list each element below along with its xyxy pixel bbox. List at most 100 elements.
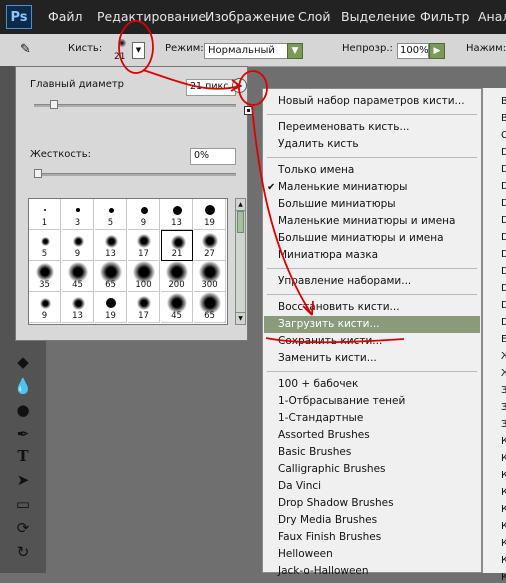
brush-list-item[interactable]: D [501,147,506,158]
type-tool-icon[interactable]: T [13,446,33,466]
mode-dropdown-button[interactable]: ▼ [287,43,303,59]
brush-preset-cell[interactable]: 200 [161,261,193,292]
brush-list-item[interactable]: E [501,334,506,345]
menu-item[interactable]: Маленькие миниатюры и имена [264,213,480,230]
menu-filter[interactable]: Фильтр [420,9,469,24]
menu-item[interactable]: Da Vinci [264,478,480,495]
menu-item[interactable]: Управление наборами... [264,273,480,290]
brush-preset-cell[interactable]: 5 [95,199,127,230]
brush-list-item[interactable]: К [501,572,506,583]
brush-list-item[interactable]: D [501,300,506,311]
brush-list-item[interactable]: З [501,419,506,430]
brush-tool-icon[interactable]: ✎ [20,42,40,58]
brush-list-item[interactable]: К [501,470,506,481]
brush-list-item[interactable]: Ж [501,368,506,379]
brush-list-item[interactable]: D [501,181,506,192]
brush-list-item[interactable]: D [501,232,506,243]
scroll-up-icon[interactable]: ▲ [236,199,245,211]
menu-edit[interactable]: Редактирование [97,9,206,24]
brush-list-item[interactable]: Ж [501,351,506,362]
brush-preset-cell[interactable]: 13 [95,230,127,261]
menu-item[interactable]: Новый набор параметров кисти... [264,93,480,110]
brush-preset-cell[interactable]: 100 [128,261,160,292]
brush-preset-cell[interactable]: 9 [29,292,61,323]
brush-list-item[interactable]: К [501,487,506,498]
menu-item[interactable]: Сохранить кисти... [264,333,480,350]
brush-list-item[interactable]: К [501,504,506,515]
brush-preset-cell[interactable]: 19 [95,292,127,323]
menu-item[interactable]: Assorted Brushes [264,427,480,444]
brush-preset-cell[interactable]: 35 [29,261,61,292]
brush-list-item[interactable]: C [501,130,506,141]
menu-item[interactable]: 1-Отбрасывание теней [264,393,480,410]
menu-item[interactable]: ✔ Маленькие миниатюры [264,179,480,196]
brush-preset-cell[interactable]: 21 [161,230,193,261]
brush-preset-cell[interactable]: 27 [194,230,226,261]
brush-preset-cell[interactable]: 13 [62,292,94,323]
brush-list-item[interactable]: D [501,249,506,260]
scroll-thumb[interactable] [237,211,244,233]
brush-list-item[interactable]: D [501,266,506,277]
menu-item[interactable]: Только имена [264,162,480,179]
hardness-slider-thumb[interactable] [34,169,42,178]
brush-preset-cell[interactable]: 5 [29,230,61,261]
rectangle-icon[interactable]: ▭ [13,494,33,514]
menu-item[interactable]: 100 + бабочек [264,376,480,393]
grid-scrollbar[interactable]: ▲ ▼ [235,198,246,325]
menu-item[interactable]: Faux Finish Brushes [264,529,480,546]
menu-item[interactable]: Миниатюра мазка [264,247,480,264]
diameter-slider-track[interactable] [34,104,236,107]
brush-preset-cell[interactable]: 65 [194,292,226,323]
menu-layer[interactable]: Слой [298,9,331,24]
menu-item[interactable]: Basic Brushes [264,444,480,461]
menu-item[interactable]: 1-Стандартные [264,410,480,427]
menu-item[interactable]: Jack-o-Halloween [264,563,480,580]
menu-item[interactable]: Drop Shadow Brushes [264,495,480,512]
brush-list-item[interactable]: К [501,555,506,566]
menu-item[interactable]: Восстановить кисти... [264,299,480,316]
hardness-slider-track[interactable] [34,173,236,176]
brush-preset-cell[interactable]: 3 [62,199,94,230]
brush-list-item[interactable]: B [501,113,506,124]
brush-preset-cell[interactable]: 65 [95,261,127,292]
brush-list-item[interactable]: D [501,164,506,175]
hardness-input[interactable]: 0% [190,148,236,165]
brush-list-item[interactable]: К [501,521,506,532]
menu-image[interactable]: Изображение [205,9,295,24]
menu-item[interactable]: Загрузить кисти... [264,316,480,333]
menu-item[interactable]: Helloween [264,546,480,563]
brush-picker-button[interactable]: ▼ [132,42,145,59]
brush-preset-cell[interactable]: 17 [128,292,160,323]
opacity-input[interactable]: 100% [397,43,429,59]
new-preset-icon[interactable]: ▪ [244,106,253,115]
brush-preset-cell[interactable]: 45 [161,292,193,323]
scroll-down-icon[interactable]: ▼ [236,312,245,324]
brush-preset-cell[interactable]: 9 [62,230,94,261]
menu-item[interactable]: Большие миниатюры и имена [264,230,480,247]
menu-item[interactable]: Удалить кисть [264,136,480,153]
3d-rotate-icon[interactable]: ⟳ [13,518,33,538]
brush-preset-cell[interactable]: 19 [194,199,226,230]
mode-select[interactable]: Нормальный [204,43,288,59]
brush-list-item[interactable]: B [501,96,506,107]
brush-list-item[interactable]: К [501,538,506,549]
menu-item[interactable]: Заменить кисти... [264,350,480,367]
brush-preset-cell[interactable]: 17 [128,230,160,261]
brush-preset-cell[interactable]: 1 [29,199,61,230]
brush-list-item[interactable]: К [501,436,506,447]
menu-select[interactable]: Выделение [341,9,415,24]
brush-list-item[interactable]: К [501,453,506,464]
panel-menu-arrow-icon[interactable]: ▶ [232,78,247,93]
menu-analysis[interactable]: Анал [478,9,506,24]
brush-list-item[interactable]: D [501,198,506,209]
brush-list-item[interactable]: D [501,215,506,226]
3d-orbit-icon[interactable]: ↻ [13,542,33,562]
pen-icon[interactable]: ✒ [13,424,33,444]
menu-item[interactable]: Большие миниатюры [264,196,480,213]
diameter-slider-thumb[interactable] [50,100,59,109]
brush-list-item[interactable]: З [501,385,506,396]
master-diameter-input[interactable]: 21 пикс [186,79,236,96]
brush-preset-cell[interactable]: 13 [161,199,193,230]
paint-bucket-icon[interactable]: ◆ [13,352,33,372]
opacity-slider-button[interactable]: ▶ [429,43,445,59]
